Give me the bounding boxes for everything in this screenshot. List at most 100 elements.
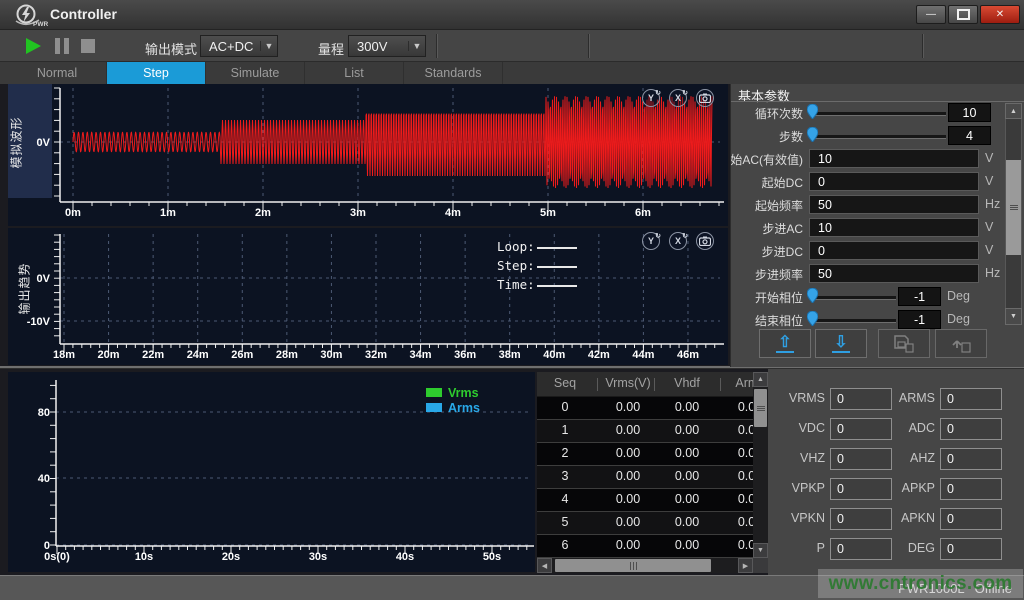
param-label: 起始DC — [762, 174, 803, 191]
meas-value-vhz[interactable]: 0 — [830, 448, 892, 470]
param-row-2: 始AC(有效值)10V — [731, 149, 1024, 169]
table-cell: 0.00 — [657, 538, 717, 552]
meas-label-wrap: VHZ — [768, 451, 825, 467]
param-row-4: 起始频率50Hz — [731, 195, 1024, 215]
param-input[interactable]: 0 — [809, 172, 979, 191]
meas-value-vrms[interactable]: 0 — [830, 388, 892, 410]
snapshot-icon[interactable] — [696, 232, 714, 250]
scroll-down-button[interactable]: ▼ — [1005, 308, 1022, 325]
pause-button[interactable] — [55, 38, 69, 54]
y-autoscale-icon[interactable]: Y↻ — [642, 89, 660, 107]
meas-label-wrap: ARMS — [893, 391, 935, 407]
tab-normal[interactable]: Normal — [8, 62, 107, 84]
scroll-up-button[interactable]: ▲ — [753, 372, 768, 387]
table-cell: 0.00 — [717, 515, 753, 529]
snapshot-icon[interactable] — [696, 89, 714, 107]
meas-value-deg[interactable]: 0 — [940, 538, 1002, 560]
trend-gridlines — [60, 234, 720, 344]
param-slider-track[interactable] — [811, 112, 946, 116]
meas-value-p[interactable]: 0 — [830, 538, 892, 560]
meas-value-apkn[interactable]: 0 — [940, 508, 1002, 530]
table-cell: 0.00 — [598, 515, 658, 529]
table-row[interactable]: 60.000.000.00 — [537, 535, 753, 558]
meas-label-apkp: APKP — [902, 481, 935, 495]
scroll-left-button[interactable]: ◀ — [537, 558, 552, 573]
tab-standards[interactable]: Standards — [404, 62, 503, 84]
measurement-row: P0DEG0 — [768, 538, 1024, 560]
param-unit: V — [985, 151, 993, 165]
meas-label-vdc: VDC — [799, 421, 825, 435]
download-button[interactable]: ⇩ — [815, 329, 867, 358]
table-header: SeqVrms(V)VhdfArms — [537, 372, 753, 397]
trend-axes — [54, 234, 724, 352]
output-mode-select[interactable]: AC+DC ▼ — [200, 35, 278, 57]
x-autoscale-icon[interactable]: X↻ — [669, 89, 687, 107]
param-input[interactable]: 50 — [809, 195, 979, 214]
meas-value-vdc[interactable]: 0 — [830, 418, 892, 440]
svg-text:5m: 5m — [540, 207, 556, 219]
minimize-button[interactable]: — — [916, 5, 946, 24]
maximize-button[interactable] — [948, 5, 978, 24]
table-row[interactable]: 10.000.000.00 — [537, 420, 753, 443]
rms-gridlines — [56, 412, 532, 545]
param-slider-thumb[interactable] — [807, 127, 818, 147]
param-input[interactable]: 0 — [809, 241, 979, 260]
range-select[interactable]: 300V ▼ — [348, 35, 426, 57]
scroll-down-button[interactable]: ▼ — [753, 543, 768, 558]
param-row-9: 结束相位-1Deg — [731, 310, 1024, 330]
param-input[interactable]: 10 — [809, 149, 979, 168]
param-input[interactable]: 50 — [809, 264, 979, 283]
tab-step[interactable]: Step — [107, 62, 206, 84]
param-input[interactable]: 10 — [809, 218, 979, 237]
tab-list[interactable]: List — [305, 62, 404, 84]
param-unit: Deg — [947, 289, 970, 303]
svg-text:0V: 0V — [37, 273, 51, 285]
param-label: 步进DC — [762, 243, 803, 260]
y-autoscale-icon[interactable]: Y↻ — [642, 232, 660, 250]
load-file-button — [935, 329, 987, 358]
param-slider-thumb[interactable] — [807, 311, 818, 331]
table-cell: 0.00 — [657, 423, 717, 437]
scroll-thumb[interactable] — [1006, 160, 1021, 255]
meas-value-apkp[interactable]: 0 — [940, 478, 1002, 500]
table-row[interactable]: 40.000.000.00 — [537, 489, 753, 512]
svg-text:20m: 20m — [98, 349, 120, 361]
measurement-row: VRMS0ARMS0 — [768, 388, 1024, 410]
param-slider-track[interactable] — [811, 296, 896, 300]
table-cell: 0.00 — [657, 515, 717, 529]
x-autoscale-icon[interactable]: X↻ — [669, 232, 687, 250]
param-slider-track[interactable] — [811, 319, 896, 323]
table-row[interactable]: 30.000.000.00 — [537, 466, 753, 489]
meas-value-ahz[interactable]: 0 — [940, 448, 1002, 470]
stop-button[interactable] — [81, 39, 95, 53]
meas-label-arms: ARMS — [899, 391, 935, 405]
table-row[interactable]: 50.000.000.00 — [537, 512, 753, 535]
param-label: 循环次数 — [755, 105, 803, 122]
svg-text:40m: 40m — [543, 349, 565, 361]
table-row[interactable]: 20.000.000.00 — [537, 443, 753, 466]
meas-label-wrap: VPKP — [768, 481, 825, 497]
scroll-thumb[interactable] — [555, 559, 711, 572]
meas-value-adc[interactable]: 0 — [940, 418, 1002, 440]
tab-simulate[interactable]: Simulate — [206, 62, 305, 84]
run-button[interactable] — [26, 38, 41, 54]
meas-value-vpkn[interactable]: 0 — [830, 508, 892, 530]
scroll-up-button[interactable]: ▲ — [1005, 103, 1022, 119]
column-header-vrmsv: Vrms(V) — [598, 376, 658, 390]
table-cell: 2 — [537, 446, 593, 460]
param-slider-thumb[interactable] — [807, 104, 818, 124]
param-label-wrap: 步进频率 — [731, 266, 803, 282]
close-button[interactable]: ✕ — [980, 5, 1020, 24]
scroll-thumb[interactable] — [754, 389, 767, 427]
scroll-right-button[interactable]: ▶ — [738, 558, 753, 573]
param-slider-thumb[interactable] — [807, 288, 818, 308]
svg-text:28m: 28m — [276, 349, 298, 361]
upload-button[interactable]: ⇧ — [759, 329, 811, 358]
svg-text:0V: 0V — [37, 137, 51, 149]
param-slider-track[interactable] — [811, 135, 946, 139]
meas-label-wrap: APKN — [893, 511, 935, 527]
param-unit: V — [985, 243, 993, 257]
table-row[interactable]: 00.000.000.00 — [537, 397, 753, 420]
meas-value-vpkp[interactable]: 0 — [830, 478, 892, 500]
meas-value-arms[interactable]: 0 — [940, 388, 1002, 410]
